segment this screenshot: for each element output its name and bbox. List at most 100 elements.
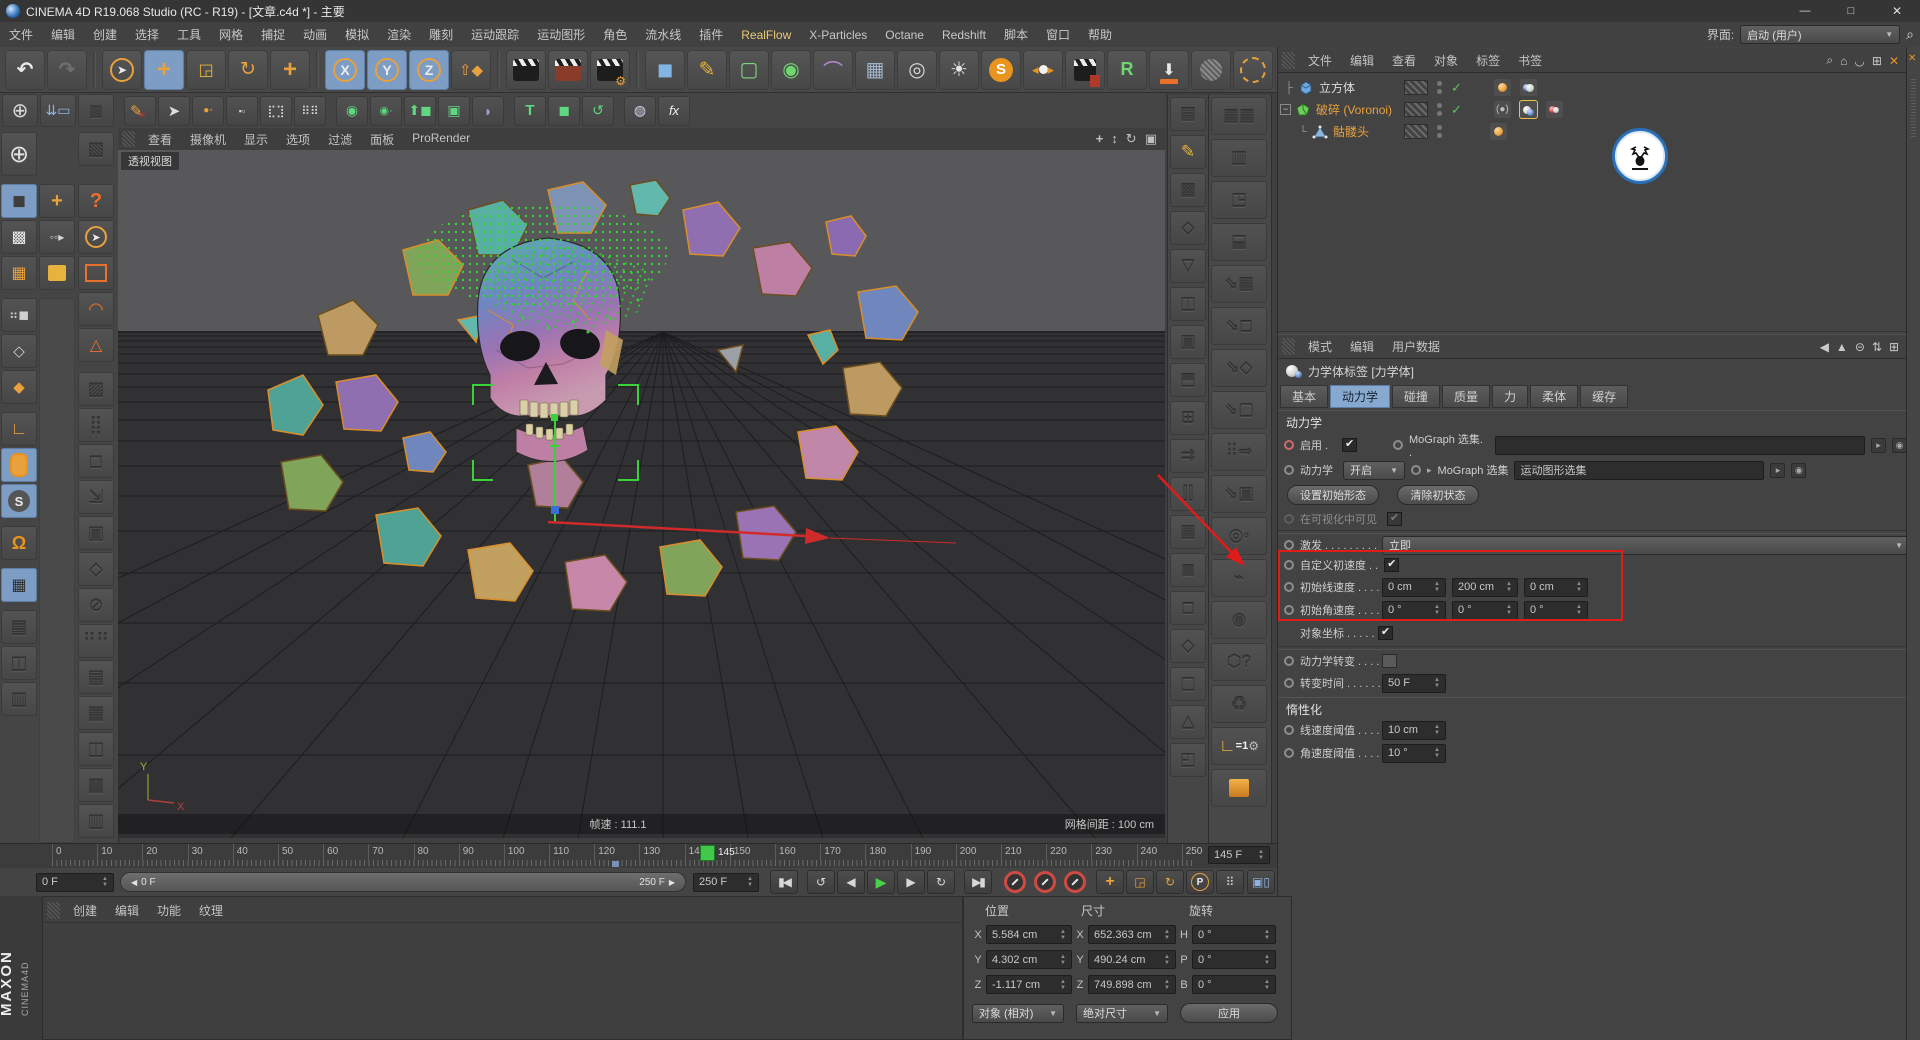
material-menu-item[interactable]: 功能: [148, 902, 190, 919]
key-scale-button[interactable]: ◲: [1126, 870, 1154, 894]
position-z-field[interactable]: -1.117 cm: [986, 975, 1072, 994]
orange-cube-icon[interactable]: [1211, 769, 1267, 807]
mograph-selection2-field[interactable]: 运动图形选集: [1514, 461, 1764, 480]
link-target-button[interactable]: ◉: [1892, 438, 1907, 453]
goto-end-button[interactable]: ▶▮: [964, 870, 992, 894]
pen-erase-tool[interactable]: ✎✕: [124, 96, 156, 126]
snap-toggle-button[interactable]: S: [1, 484, 37, 518]
quantize-grid-button[interactable]: ▦: [1, 568, 37, 602]
menu-item[interactable]: 选择: [126, 26, 168, 43]
layer-toggle[interactable]: [1404, 124, 1428, 139]
menu-item[interactable]: 运动跟踪: [462, 26, 528, 43]
home-icon[interactable]: ⌂: [1840, 54, 1847, 68]
viewport-view-label[interactable]: 透视视图: [121, 152, 179, 170]
viewport-menu-item[interactable]: 面板: [361, 131, 403, 148]
layout-switch-button[interactable]: ▣▯: [1247, 870, 1275, 894]
panel-grip[interactable]: [122, 131, 135, 146]
rotation-b-field[interactable]: 0 °: [1192, 975, 1276, 994]
object-manager-menu-item[interactable]: 对象: [1425, 52, 1467, 69]
live-selection-tool[interactable]: ➤: [102, 50, 142, 90]
menu-item[interactable]: 网格: [210, 26, 252, 43]
link-arrow-button[interactable]: ▸: [1770, 463, 1785, 478]
linear-threshold-field[interactable]: 10 cm: [1382, 721, 1446, 740]
visibility-dots[interactable]: [1437, 81, 1442, 94]
lock-z-axis[interactable]: Z: [409, 50, 449, 90]
keyframe-dot[interactable]: [1284, 465, 1294, 475]
size-mode-dropdown[interactable]: 绝对尺寸: [1076, 1004, 1168, 1023]
menu-item[interactable]: 文件: [0, 26, 42, 43]
enabled-check-icon[interactable]: ✓: [1451, 80, 1462, 96]
object-manager-menu-item[interactable]: 查看: [1383, 52, 1425, 69]
rigid-body-tag[interactable]: [1494, 79, 1511, 96]
lasso-select-icon[interactable]: ◠: [78, 292, 114, 326]
end-frame-field[interactable]: 250 F: [693, 873, 759, 892]
text-spline-tool[interactable]: T: [514, 96, 546, 126]
keyframe-eq1-icon[interactable]: ∟=1⚙: [1211, 727, 1267, 765]
viewport-menu-item[interactable]: 摄像机: [181, 131, 235, 148]
dotted-box-tool[interactable]: ⣏⣹: [260, 96, 292, 126]
viewport-menu-item[interactable]: 过滤: [319, 131, 361, 148]
add-deformer[interactable]: ⌒: [813, 50, 853, 90]
record-keyframe-button[interactable]: [1004, 871, 1026, 893]
menu-item[interactable]: 运动图形: [528, 26, 594, 43]
panel-grip[interactable]: [47, 902, 60, 918]
object-row-cube[interactable]: ├ 立方体: [1282, 77, 1355, 98]
eye-icon[interactable]: ◡: [1854, 54, 1864, 68]
attribute-tab[interactable]: 柔体: [1530, 385, 1578, 408]
render-region-button[interactable]: [548, 50, 588, 90]
visibility-dots[interactable]: [1437, 103, 1442, 116]
keyframe-dot[interactable]: [1284, 440, 1294, 450]
drag-place-icon[interactable]: ◦◦▸: [39, 220, 75, 254]
magnet-snap-button[interactable]: Ω: [1, 526, 37, 560]
close-panel-icon[interactable]: ✕: [1889, 54, 1899, 68]
sphere-points2-tool[interactable]: ◉·: [370, 96, 402, 126]
zoom-view-icon[interactable]: ↕: [1111, 131, 1118, 147]
search-icon[interactable]: ⌕: [1826, 53, 1833, 68]
dynamics-tag[interactable]: [1520, 79, 1537, 96]
rectangle-select-icon[interactable]: [78, 256, 114, 290]
menu-item[interactable]: Redshift: [933, 28, 995, 42]
up-icon[interactable]: ▲: [1836, 340, 1848, 354]
material-menu-item[interactable]: 创建: [64, 902, 106, 919]
menu-item[interactable]: 模拟: [336, 26, 378, 43]
green-cage-tool[interactable]: ▣: [438, 96, 470, 126]
toggle-view-icon[interactable]: ▣: [1145, 131, 1157, 147]
drop-to-floor-button[interactable]: ⬇: [1149, 50, 1189, 90]
add-camera[interactable]: ◎: [897, 50, 937, 90]
material-menu-item[interactable]: 编辑: [106, 902, 148, 919]
object-coords-checkbox[interactable]: [1378, 626, 1393, 640]
falloff-tag[interactable]: (●): [1494, 101, 1511, 118]
window-control-button[interactable]: —: [1782, 0, 1828, 22]
key-parameters-button[interactable]: P: [1186, 870, 1214, 894]
fx-tool[interactable]: fx: [658, 96, 690, 126]
angular-threshold-field[interactable]: 10 °: [1382, 744, 1446, 763]
panel-grip[interactable]: [1282, 52, 1295, 68]
viewport-menu-item[interactable]: 选项: [277, 131, 319, 148]
render-settings-button[interactable]: ⚙: [590, 50, 630, 90]
phong-tag[interactable]: [1490, 123, 1507, 140]
dynamics-body-tag-selected[interactable]: [1520, 101, 1537, 118]
attribute-tab[interactable]: 力: [1492, 385, 1528, 408]
dynamics-transition-checkbox[interactable]: [1382, 654, 1397, 668]
live-select-palette-icon[interactable]: ➤: [78, 220, 114, 254]
turbulence-sphere-button[interactable]: [1191, 50, 1231, 90]
docked-tab-icon[interactable]: ✕: [1908, 53, 1916, 64]
last-tool[interactable]: +: [270, 50, 310, 90]
key-points-button[interactable]: ⠿: [1216, 870, 1244, 894]
link-target-button[interactable]: ◉: [1791, 463, 1806, 478]
panel-grip[interactable]: [1282, 338, 1295, 354]
object-manager-menu-item[interactable]: 标签: [1467, 52, 1509, 69]
object-name[interactable]: 骷髅头: [1333, 123, 1369, 140]
play-backwards-button[interactable]: ↺: [807, 870, 835, 894]
redo-button[interactable]: ↷: [47, 50, 87, 90]
rotation-h-field[interactable]: 0 °: [1192, 925, 1276, 944]
strip-grip[interactable]: [1911, 77, 1916, 137]
timeline-ruler[interactable]: 0102030405060708090100110120130140150160…: [0, 843, 1277, 869]
clear-initial-state-button[interactable]: 清除初状态: [1397, 485, 1479, 505]
timeline-playhead[interactable]: [700, 845, 715, 861]
interface-dropdown[interactable]: 启动 (用户): [1740, 25, 1900, 44]
set-initial-state-button[interactable]: 设置初始形态: [1287, 485, 1379, 505]
window-control-button[interactable]: □: [1828, 0, 1874, 22]
grid-dots-tool[interactable]: ⠿⠿: [294, 96, 326, 126]
position-y-field[interactable]: 4.302 cm: [986, 950, 1072, 969]
